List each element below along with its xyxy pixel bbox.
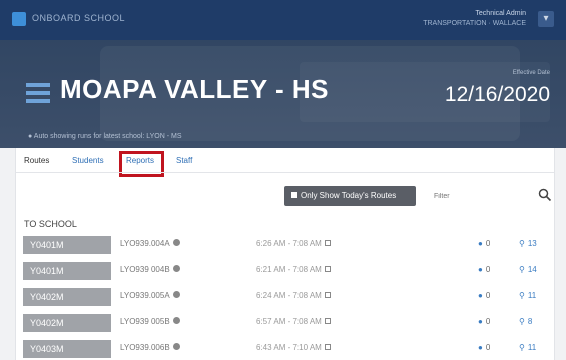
user-name: Technical Admin [475,10,526,17]
filter-input[interactable] [434,188,530,204]
reports-tab-highlight [119,151,164,177]
stop-count: ⚲ 11 [519,343,537,352]
route-row[interactable]: Y0401M LYO939 004B 6:21 AM - 7:08 AM ● 0 … [23,262,553,280]
school-title: MOAPA VALLEY - HS [60,74,329,104]
only-today-routes-toggle[interactable]: Only Show Today's Routes [284,186,416,206]
calendar-icon [324,265,331,272]
calendar-icon [324,291,331,298]
section-label: TO SCHOOL [24,219,77,229]
route-row[interactable]: Y0402M LYO939 005B 6:57 AM - 7:08 AM ● 0 … [23,314,553,332]
person-icon: ● [478,265,483,274]
user-role: TRANSPORTATION · WALLACE [423,20,526,27]
search-icon[interactable] [538,188,552,202]
route-row[interactable]: Y0402M LYO939.005A 6:24 AM - 7:08 AM ● 0 … [23,288,553,306]
route-id: LYO939 005B [120,317,180,326]
route-badge[interactable]: Y0403M [23,340,111,358]
route-badge[interactable]: Y0402M [23,288,111,306]
route-badge[interactable]: Y0402M [23,314,111,332]
brand-name: ONBOARD SCHOOL [32,13,126,23]
map-pin-icon: ⚲ [519,317,525,326]
map-pin-icon: ⚲ [519,291,525,300]
calendar-icon [324,343,331,350]
route-time: 6:57 AM - 7:08 AM [256,317,331,326]
person-icon: ● [478,291,483,300]
user-icon[interactable]: ▾ [538,11,554,27]
route-id: LYO939.006B [120,343,180,352]
route-time: 6:24 AM - 7:08 AM [256,291,331,300]
map-pin-icon: ⚲ [519,239,525,248]
routes-card: Routes Students Reports Staff Only Show … [15,148,555,360]
person-icon: ● [478,239,483,248]
school-header: MOAPA VALLEY - HS ● Auto showing runs fo… [0,40,566,148]
person-icon: ● [478,343,483,352]
route-id: LYO939.004A [120,239,180,248]
calendar-icon [324,317,331,324]
user-info[interactable]: Technical Admin TRANSPORTATION · WALLACE [423,9,526,29]
route-badge[interactable]: Y0401M [23,236,111,254]
rider-count: ● 0 [478,317,491,326]
tabs-divider [16,172,554,173]
status-icon [172,343,180,351]
route-row[interactable]: Y0401M LYO939.004A 6:26 AM - 7:08 AM ● 0 … [23,236,553,254]
stop-count: ⚲ 13 [519,239,537,248]
logo-icon [12,12,26,26]
calendar-icon [324,239,331,246]
top-bar: ONBOARD SCHOOL Technical Admin TRANSPORT… [0,0,566,40]
status-icon [172,265,180,273]
date-label: Effective Date [512,70,550,76]
status-icon [172,317,180,325]
map-pin-icon: ⚲ [519,343,525,352]
stop-count: ⚲ 8 [519,317,533,326]
tab-staff[interactable]: Staff [176,156,192,165]
person-icon: ● [478,317,483,326]
stop-count: ⚲ 14 [519,265,537,274]
status-icon [172,291,180,299]
route-id: LYO939.005A [120,291,180,300]
route-id: LYO939 004B [120,265,180,274]
effective-date[interactable]: 12/16/2020 [445,83,550,107]
rider-count: ● 0 [478,291,491,300]
route-time: 6:21 AM - 7:08 AM [256,265,331,274]
route-badge[interactable]: Y0401M [23,262,111,280]
map-pin-icon: ⚲ [519,265,525,274]
rider-count: ● 0 [478,265,491,274]
school-subtitle: ● Auto showing runs for latest school: L… [28,133,182,140]
checkbox-icon [291,191,297,198]
route-row[interactable]: Y0403M LYO939.006B 6:43 AM - 7:10 AM ● 0 … [23,340,553,358]
stop-count: ⚲ 11 [519,291,537,300]
rider-count: ● 0 [478,239,491,248]
status-icon [172,239,180,247]
tab-students[interactable]: Students [72,156,104,165]
menu-icon[interactable] [26,83,50,103]
rider-count: ● 0 [478,343,491,352]
route-time: 6:26 AM - 7:08 AM [256,239,331,248]
route-time: 6:43 AM - 7:10 AM [256,343,331,352]
tab-routes[interactable]: Routes [24,156,49,165]
